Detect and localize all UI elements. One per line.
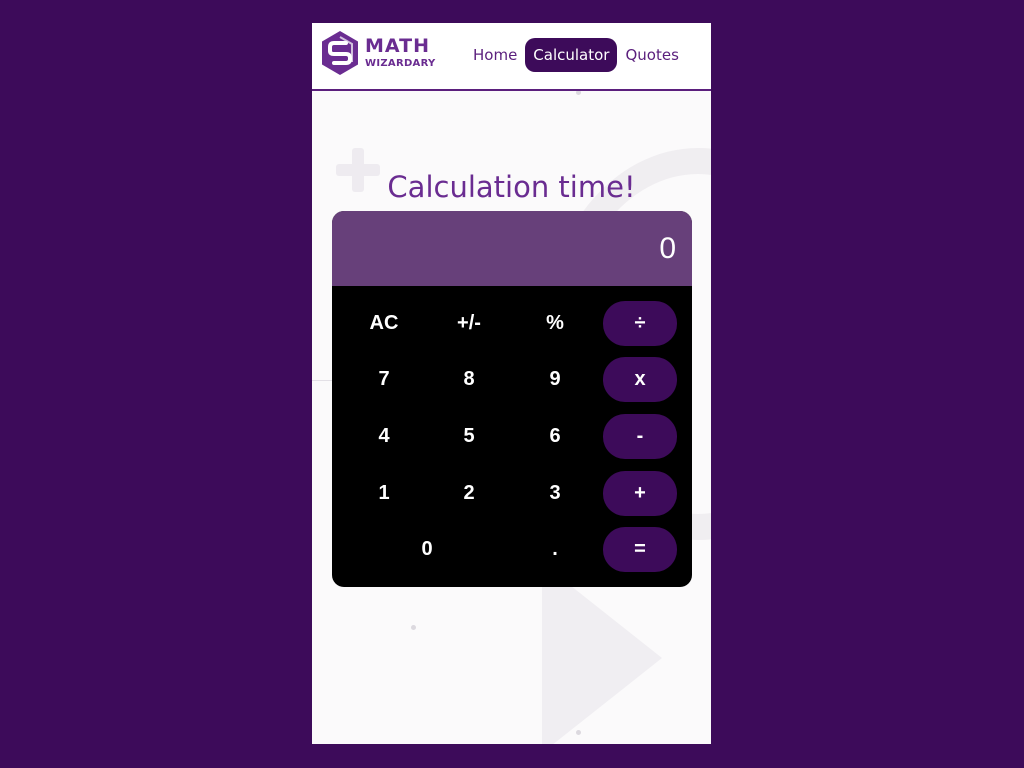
key-8[interactable]: 8 — [432, 357, 506, 402]
key-add[interactable]: + — [603, 471, 677, 516]
key-0[interactable]: 0 — [347, 527, 507, 572]
app-screen: MATH WIZARDARY Home Calculator Quotes Ca… — [312, 23, 711, 744]
brand-name: MATH — [365, 35, 430, 57]
key-3[interactable]: 3 — [518, 471, 592, 516]
dot-decoration — [576, 730, 581, 735]
key-subtract[interactable]: - — [603, 414, 677, 459]
key-sign[interactable]: +/- — [432, 301, 506, 346]
brand-text: MATH WIZARDARY — [365, 37, 436, 69]
key-divide[interactable]: ÷ — [603, 301, 677, 346]
calculator: 0 AC +/- % ÷ 7 8 9 x 4 5 6 - 1 2 3 + 0 .… — [332, 211, 692, 587]
key-4[interactable]: 4 — [347, 414, 421, 459]
key-equals[interactable]: = — [603, 527, 677, 572]
header: MATH WIZARDARY Home Calculator Quotes — [312, 23, 711, 91]
key-percent[interactable]: % — [518, 301, 592, 346]
hexagon-logo-icon — [322, 31, 358, 75]
key-9[interactable]: 9 — [518, 357, 592, 402]
key-2[interactable]: 2 — [432, 471, 506, 516]
key-5[interactable]: 5 — [432, 414, 506, 459]
key-multiply[interactable]: x — [603, 357, 677, 402]
nav-quotes[interactable]: Quotes — [617, 38, 686, 72]
nav-calculator[interactable]: Calculator — [525, 38, 618, 72]
page-title: Calculation time! — [387, 170, 636, 204]
brand-logo[interactable]: MATH WIZARDARY — [319, 29, 436, 77]
brand-subname: WIZARDARY — [365, 58, 436, 69]
key-clear[interactable]: AC — [347, 301, 421, 346]
key-decimal[interactable]: . — [518, 527, 592, 572]
calculator-keypad: AC +/- % ÷ 7 8 9 x 4 5 6 - 1 2 3 + 0 . = — [332, 286, 692, 587]
key-1[interactable]: 1 — [347, 471, 421, 516]
nav-home[interactable]: Home — [465, 38, 525, 72]
calculator-display: 0 — [332, 211, 692, 286]
key-7[interactable]: 7 — [347, 357, 421, 402]
key-6[interactable]: 6 — [518, 414, 592, 459]
main-nav: Home Calculator Quotes — [465, 38, 687, 72]
triangle-decoration — [542, 563, 662, 744]
dot-decoration — [411, 625, 416, 630]
